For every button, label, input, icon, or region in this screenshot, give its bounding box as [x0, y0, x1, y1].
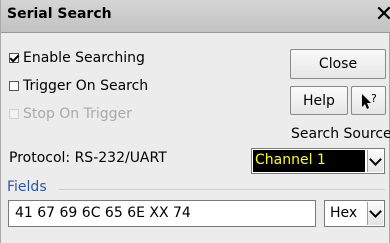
checkbox-disabled-icon [9, 109, 19, 119]
format-select[interactable]: Hex [324, 200, 385, 227]
search-source-label: Search Source [291, 126, 390, 142]
stop-on-trigger-checkbox: Stop On Trigger [9, 104, 132, 124]
fields-input-value: 41 67 69 6C 65 6E XX 74 [15, 205, 191, 221]
protocol-label: Protocol: RS-232/UART [9, 150, 167, 166]
search-source-value-box: Channel 1 [253, 150, 365, 172]
close-window-icon[interactable]: ✕ [373, 2, 390, 28]
fields-group-divider [59, 189, 385, 190]
search-source-select[interactable]: Channel 1 [251, 148, 385, 174]
stop-on-trigger-label: Stop On Trigger [23, 106, 132, 122]
close-button[interactable]: Close [290, 49, 386, 79]
chevron-down-icon[interactable] [367, 202, 383, 225]
checkbox-checked-icon[interactable] [9, 53, 19, 63]
whats-this-button[interactable]: ? [351, 86, 386, 115]
window-title: Serial Search [7, 6, 112, 22]
help-button[interactable]: Help [290, 86, 348, 115]
fields-group-title: Fields [7, 179, 47, 195]
checkbox-unchecked-icon[interactable] [9, 81, 19, 91]
fields-input[interactable]: 41 67 69 6C 65 6E XX 74 [8, 200, 316, 227]
serial-search-dialog: Serial Search ✕ Enable Searching Trigger… [0, 0, 390, 243]
search-source-value: Channel 1 [255, 152, 326, 168]
pointer-question-icon: ? [361, 92, 377, 109]
svg-text:?: ? [371, 92, 377, 105]
enable-searching-checkbox[interactable]: Enable Searching [9, 48, 145, 68]
format-select-value: Hex [330, 205, 358, 221]
enable-searching-label: Enable Searching [23, 50, 145, 66]
title-bar[interactable]: Serial Search ✕ [1, 0, 390, 33]
trigger-on-search-label: Trigger On Search [23, 78, 149, 94]
chevron-down-icon[interactable] [367, 150, 383, 172]
trigger-on-search-checkbox[interactable]: Trigger On Search [9, 76, 148, 96]
